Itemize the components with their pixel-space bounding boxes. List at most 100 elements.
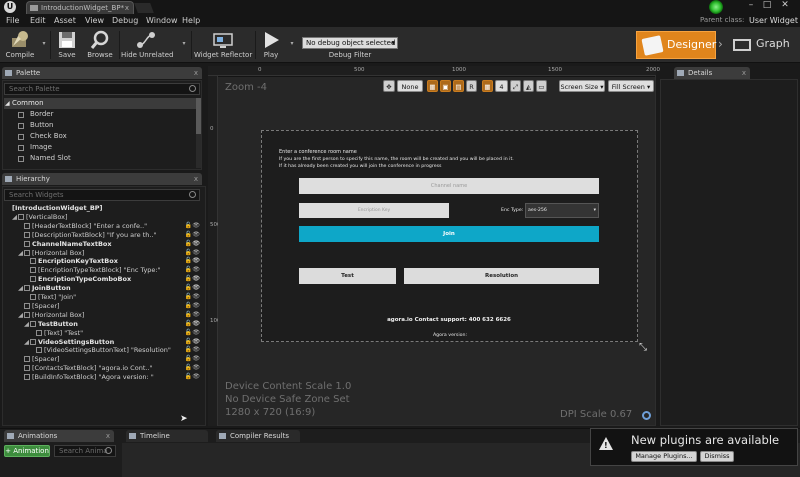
move-tool-icon[interactable]: ✥	[383, 80, 395, 92]
close-tab-icon[interactable]: x	[742, 67, 746, 79]
join-button[interactable]: Join	[299, 226, 599, 242]
palette-search-input[interactable]: Search Palette	[4, 83, 200, 95]
palette-category-common[interactable]: ◢ Common	[4, 98, 196, 109]
lock-visibility-icon[interactable]: 🔓👁	[185, 293, 200, 302]
hierarchy-search-input[interactable]: Search Widgets	[4, 189, 200, 201]
landscape-icon[interactable]: ◭	[523, 80, 534, 92]
tab-animations[interactable]: Animations x	[4, 430, 114, 442]
localization-preview-dropdown[interactable]: None	[397, 80, 423, 92]
play-button[interactable]: Play	[258, 29, 284, 62]
lock-visibility-icon[interactable]: 🔓👁	[185, 284, 200, 293]
lock-visibility-icon[interactable]: 🔓👁	[185, 266, 200, 275]
hierarchy-row[interactable]: [Text] "Join" 🔓👁	[4, 293, 204, 302]
hierarchy-row[interactable]: [EncriptionTypeTextBlock] "Enc Type:" 🔓👁	[4, 266, 204, 275]
description-text-line-2[interactable]: If it has already been created you will …	[279, 164, 442, 169]
hide-unrelated-button[interactable]: Hide Unrelated	[121, 29, 174, 62]
palette-item-image[interactable]: Image	[14, 142, 52, 153]
encryption-type-combo-box[interactable]: aes-256 ▾	[525, 203, 599, 218]
lock-visibility-icon[interactable]: 🔓👁	[185, 249, 200, 258]
tab-hierarchy[interactable]: Hierarchy x	[2, 173, 202, 185]
palette-scrollbar-thumb[interactable]	[196, 98, 201, 134]
menu-file[interactable]: File	[6, 15, 19, 26]
build-info-text-block[interactable]: Agora version:	[400, 333, 500, 338]
hierarchy-row[interactable]: ◢ VideoSettingsButton 🔓👁	[4, 338, 204, 347]
lock-visibility-icon[interactable]: 🔓👁	[185, 311, 200, 320]
lock-visibility-icon[interactable]: 🔓👁	[185, 222, 200, 231]
grid-snap-toggle-icon[interactable]: ▦	[427, 80, 438, 92]
compile-options-dropdown[interactable]: ▾	[40, 40, 48, 48]
outline-toggle-icon[interactable]: ▣	[440, 80, 451, 92]
tab-details[interactable]: Details x	[674, 67, 750, 79]
resize-handle-icon[interactable]: ⤡	[639, 342, 647, 353]
hierarchy-row[interactable]: ◢ TestButton 🔓👁	[4, 320, 204, 329]
save-button[interactable]: Save	[54, 29, 80, 62]
device-icon[interactable]: ▭	[536, 80, 547, 92]
close-tab-icon[interactable]: x	[125, 2, 129, 14]
lock-visibility-icon[interactable]: 🔓👁	[185, 355, 200, 364]
hierarchy-row[interactable]: [BuildInfoTextBlock] "Agora version: " 🔓👁	[4, 373, 204, 382]
menu-debug[interactable]: Debug	[112, 15, 138, 26]
lock-visibility-icon[interactable]: 🔓👁	[185, 373, 200, 382]
minimize-button[interactable]: –	[744, 0, 758, 12]
new-tab-area[interactable]	[134, 3, 154, 13]
encryption-type-label[interactable]: Enc Type:	[501, 208, 523, 213]
hierarchy-row[interactable]: [VideoSettingsButtonText] "Resolution" 🔓👁	[4, 346, 204, 355]
menu-help[interactable]: Help	[182, 15, 200, 26]
hierarchy-row[interactable]: ◢ [Horizontal Box] 🔓👁	[4, 249, 204, 258]
manage-plugins-button[interactable]: Manage Plugins...	[631, 451, 697, 462]
compile-button[interactable]: Compile	[2, 29, 38, 62]
lock-visibility-icon[interactable]: 🔓👁	[185, 364, 200, 373]
hierarchy-row[interactable]: EncriptionKeyTextBox 🔓👁	[4, 257, 204, 266]
source-control-icon[interactable]	[702, 0, 728, 14]
header-text-block[interactable]: Enter a conference room name	[279, 149, 357, 155]
palette-item-button[interactable]: Button	[14, 120, 53, 131]
tab-compiler-results[interactable]: Compiler Results	[216, 430, 300, 442]
palette-item-check-box[interactable]: Check Box	[14, 131, 67, 142]
grid-icon[interactable]: ▦	[482, 80, 493, 92]
hierarchy-row[interactable]: [HeaderTextBlock] "Enter a confe.." 🔓👁	[4, 222, 204, 231]
screen-size-dropdown[interactable]: Screen Size ▾	[559, 80, 605, 92]
add-animation-button[interactable]: + Animation	[4, 445, 50, 457]
menu-edit[interactable]: Edit	[30, 15, 46, 26]
lock-visibility-icon[interactable]: 🔓👁	[185, 275, 200, 284]
menu-window[interactable]: Window	[146, 15, 178, 26]
maximize-button[interactable]: □	[760, 0, 774, 12]
document-tab[interactable]: IntroductionWidget_BP* x	[26, 1, 134, 14]
menu-view[interactable]: View	[85, 15, 104, 26]
channel-name-text-box[interactable]: Channel name	[299, 178, 599, 194]
resolution-button[interactable]: Resolution	[404, 268, 599, 284]
hierarchy-row[interactable]: ◢ [Horizontal Box] 🔓👁	[4, 311, 204, 320]
hierarchy-row[interactable]: ◢ [VerticalBox]	[4, 213, 204, 222]
lock-visibility-icon[interactable]: 🔓👁	[185, 240, 200, 249]
lock-visibility-icon[interactable]: 🔓👁	[185, 338, 200, 347]
animation-search-input[interactable]: Search Anima	[54, 445, 116, 457]
hierarchy-row[interactable]: ◢ JoinButton 🔓👁	[4, 284, 204, 293]
widget-reflector-button[interactable]: Widget Reflector	[194, 29, 252, 62]
fill-screen-dropdown[interactable]: Fill Screen ▾	[608, 80, 654, 92]
hierarchy-row[interactable]: [Spacer] 🔓👁	[4, 302, 204, 311]
menu-asset[interactable]: Asset	[54, 15, 76, 26]
parent-class-value[interactable]: User Widget	[749, 16, 798, 25]
close-tab-icon[interactable]: x	[194, 173, 198, 185]
lock-visibility-icon[interactable]: 🔓👁	[185, 320, 200, 329]
tab-palette[interactable]: Palette x	[2, 67, 202, 79]
contacts-text-block[interactable]: agora.io Contact support: 400 632 6626	[379, 317, 519, 323]
encryption-key-text-box[interactable]: Encription Key	[299, 203, 449, 218]
test-button[interactable]: Test	[299, 268, 396, 284]
lock-visibility-icon[interactable]: 🔓👁	[185, 329, 200, 338]
tab-timeline[interactable]: Timeline	[126, 430, 208, 442]
size-icon[interactable]: ⤢	[510, 80, 521, 92]
grid-size-dropdown[interactable]: 4	[495, 80, 508, 92]
designer-mode-button[interactable]: Designer	[636, 31, 716, 59]
gear-icon[interactable]	[642, 411, 651, 420]
lock-visibility-icon[interactable]: 🔓👁	[185, 257, 200, 266]
description-text-line-1[interactable]: If you are the first person to specify t…	[279, 157, 514, 162]
hierarchy-row[interactable]: EncriptionTypeComboBox 🔓👁	[4, 275, 204, 284]
hierarchy-row[interactable]: [DescriptionTextBlock] "If you are th.."…	[4, 231, 204, 240]
hierarchy-row[interactable]: [IntroductionWidget_BP]	[4, 204, 204, 213]
hierarchy-row[interactable]: ChannelNameTextBox 🔓👁	[4, 240, 204, 249]
hierarchy-row[interactable]: [Text] "Test" 🔓👁	[4, 329, 204, 338]
dismiss-button[interactable]: Dismiss	[700, 451, 734, 462]
graph-mode-button[interactable]: Graph	[730, 31, 798, 59]
palette-item-named-slot[interactable]: Named Slot	[14, 153, 71, 164]
